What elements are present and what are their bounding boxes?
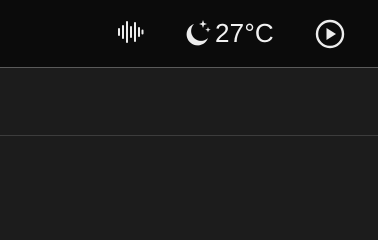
temperature-label: 27°C xyxy=(215,18,274,48)
content-panel-lower xyxy=(0,136,378,218)
status-bar: 27°C xyxy=(0,0,378,68)
content-panel xyxy=(0,69,378,135)
play-circle-icon[interactable] xyxy=(314,18,346,50)
weather-widget[interactable]: 27°C xyxy=(182,17,274,49)
moon-stars-icon xyxy=(182,18,212,48)
screen: 27°C xyxy=(0,0,378,218)
sound-waveform-icon[interactable] xyxy=(116,18,144,46)
